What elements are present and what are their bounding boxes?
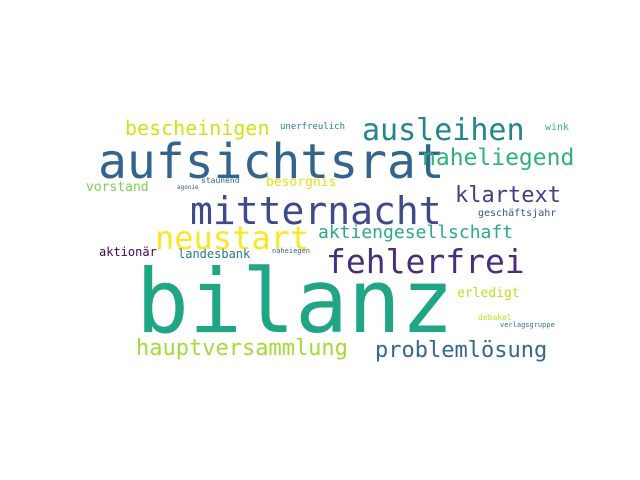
word-cloud: bilanz aufsichtsrat mitternacht fehlerfr… bbox=[0, 0, 640, 480]
word-geschaeftsjahr: geschäftsjahr bbox=[478, 208, 557, 219]
word-bescheinigen: bescheinigen bbox=[125, 116, 270, 140]
word-besorgnis: besorgnis bbox=[266, 175, 337, 190]
word-erledigt: erledigt bbox=[457, 286, 520, 301]
word-wink: wink bbox=[545, 122, 570, 133]
word-naheliegend: naheliegend bbox=[422, 145, 575, 171]
word-naheiegen: naheiegen bbox=[272, 247, 310, 255]
word-klartext: klartext bbox=[455, 183, 561, 208]
word-vorstand: vorstand bbox=[86, 180, 149, 195]
word-hauptversammlung: hauptversammlung bbox=[136, 336, 348, 361]
word-fehlerfrei: fehlerfrei bbox=[326, 242, 525, 281]
word-aktiengesellschaft: aktiengesellschaft bbox=[318, 222, 514, 243]
word-aktionaer: aktionär bbox=[99, 245, 157, 259]
word-verlagsgruppe: verlagsgruppe bbox=[500, 321, 555, 329]
word-landesbank: landesbank bbox=[178, 247, 251, 261]
word-problemloesung: problemlösung bbox=[375, 338, 548, 363]
word-agonie: agonie bbox=[177, 184, 199, 191]
word-unerfreulich: unerfreulich bbox=[280, 122, 346, 132]
word-ausleihen: ausleihen bbox=[362, 113, 525, 148]
word-staunend: staunend bbox=[201, 176, 240, 185]
